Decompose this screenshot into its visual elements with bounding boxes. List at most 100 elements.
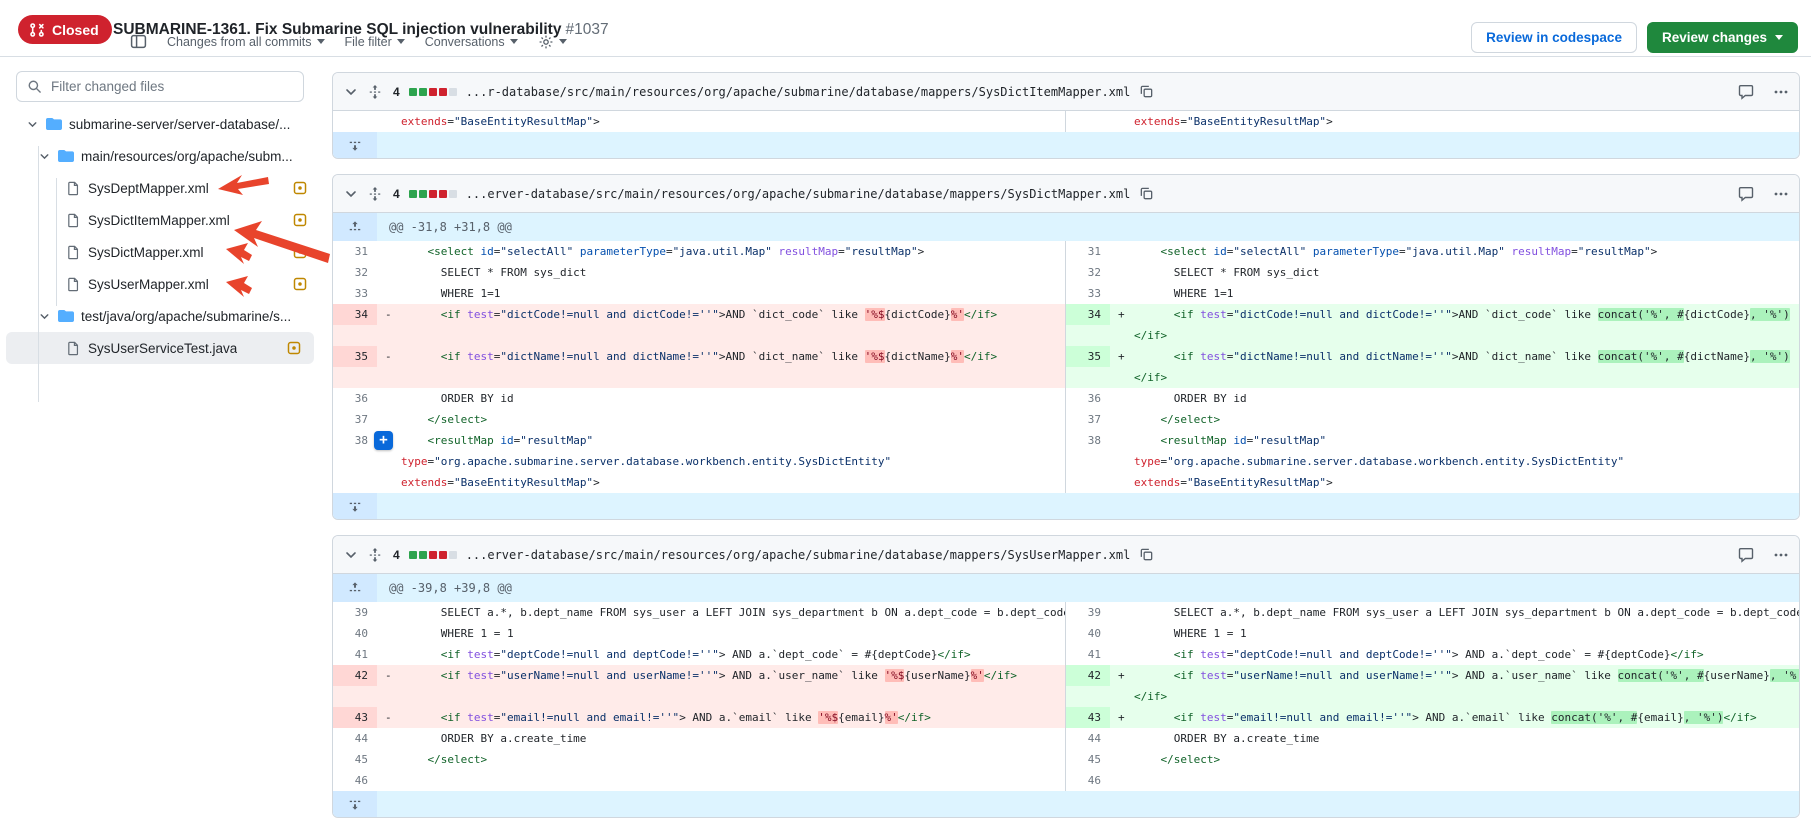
new-line-number[interactable]: 39: [1066, 602, 1110, 623]
tree-folder-main-resources-org-apache-subm-[interactable]: main/resources/org/apache/subm...: [0, 140, 320, 172]
tree-folder-test-java-org-apache-submarine-s-[interactable]: test/java/org/apache/submarine/s...: [0, 300, 320, 332]
diff-sign: -: [385, 346, 392, 367]
new-line-number[interactable]: 32: [1066, 262, 1110, 283]
review-changes-button[interactable]: Review changes: [1647, 22, 1798, 53]
new-line-number[interactable]: 45: [1066, 749, 1110, 770]
tree-file-sysdeptmapper-xml[interactable]: SysDeptMapper.xml: [0, 172, 320, 204]
expand-all-icon[interactable]: [368, 547, 382, 563]
chevron-down-icon[interactable]: [38, 150, 51, 163]
comment-icon[interactable]: [1738, 186, 1754, 202]
tree-item-label: test/java/org/apache/submarine/s...: [81, 309, 291, 324]
file-path[interactable]: ...erver-database/src/main/resources/org…: [466, 187, 1131, 201]
tree-file-sysusermapper-xml[interactable]: SysUserMapper.xml: [0, 268, 320, 300]
new-line-number[interactable]: 46: [1066, 770, 1110, 791]
new-line-number[interactable]: 40: [1066, 623, 1110, 644]
search-icon: [27, 79, 42, 94]
copy-path-icon[interactable]: [1139, 547, 1154, 562]
old-line-number: [333, 325, 377, 346]
diff-row: 39 SELECT a.*, b.dept_name FROM sys_user…: [333, 602, 1799, 623]
diff-sign: -: [385, 304, 392, 325]
expand-all-icon[interactable]: [368, 186, 382, 202]
old-line-number[interactable]: 39: [333, 602, 377, 623]
changes-from-menu[interactable]: Changes from all commits: [167, 35, 325, 49]
copy-path-icon[interactable]: [1139, 84, 1154, 99]
old-line-number[interactable]: 42: [333, 665, 377, 686]
expand-down-button[interactable]: [333, 132, 377, 158]
old-code-line: <resultMap id="resultMap": [377, 430, 1065, 451]
new-line-number[interactable]: 43: [1066, 707, 1110, 728]
diff-row: extends="BaseEntityResultMap">extends="B…: [333, 472, 1799, 493]
add-comment-button[interactable]: +: [374, 431, 393, 450]
collapse-file-chevron-icon[interactable]: [343, 547, 359, 563]
old-line-number[interactable]: 44: [333, 728, 377, 749]
sidebar-toggle-icon[interactable]: [130, 33, 147, 50]
diff-row: </if>: [333, 367, 1799, 388]
chevron-down-icon[interactable]: [26, 118, 39, 131]
comment-icon[interactable]: [1738, 547, 1754, 563]
new-line-number[interactable]: 42: [1066, 665, 1110, 686]
file-header: 4...erver-database/src/main/resources/or…: [333, 175, 1799, 213]
conversations-menu[interactable]: Conversations: [425, 35, 518, 49]
copy-path-icon[interactable]: [1139, 186, 1154, 201]
new-line-number[interactable]: 37: [1066, 409, 1110, 430]
old-line-number: [333, 451, 377, 472]
new-line-number[interactable]: 34: [1066, 304, 1110, 325]
new-line-number[interactable]: 38: [1066, 430, 1110, 451]
filter-changed-files-input[interactable]: [49, 78, 293, 95]
expand-up-button[interactable]: [333, 213, 377, 241]
tree-file-sysdictmapper-xml[interactable]: SysDictMapper.xml: [0, 236, 320, 268]
old-line-number[interactable]: 45: [333, 749, 377, 770]
changes-count: 4: [393, 548, 400, 562]
new-line-number[interactable]: 31: [1066, 241, 1110, 262]
diff-row: 41 <if test="deptCode!=null and deptCode…: [333, 644, 1799, 665]
old-line-number[interactable]: 32: [333, 262, 377, 283]
kebab-menu-icon[interactable]: [1773, 186, 1789, 202]
collapse-file-chevron-icon[interactable]: [343, 84, 359, 100]
comment-icon[interactable]: [1738, 84, 1754, 100]
new-line-number[interactable]: 35: [1066, 346, 1110, 367]
new-line-number[interactable]: 36: [1066, 388, 1110, 409]
pr-number: #1037: [565, 21, 608, 38]
expand-up-button[interactable]: [333, 574, 377, 602]
new-line-number[interactable]: 41: [1066, 644, 1110, 665]
old-code-line: ORDER BY id: [377, 388, 1065, 409]
old-line-number[interactable]: 43: [333, 707, 377, 728]
old-line-number[interactable]: 40: [333, 623, 377, 644]
old-line-number[interactable]: 41: [333, 644, 377, 665]
file-path[interactable]: ...erver-database/src/main/resources/org…: [466, 548, 1131, 562]
chevron-down-icon: [1775, 35, 1783, 40]
chevron-down-icon: [559, 39, 567, 44]
old-line-number[interactable]: 37: [333, 409, 377, 430]
old-line-number[interactable]: 31: [333, 241, 377, 262]
review-in-codespace-button[interactable]: Review in codespace: [1471, 22, 1637, 53]
old-line-number[interactable]: 46: [333, 770, 377, 791]
diff-panel-1: 4...erver-database/src/main/resources/or…: [332, 174, 1800, 520]
expand-all-icon[interactable]: [368, 84, 382, 100]
diff-settings-gear-menu[interactable]: [538, 34, 567, 50]
old-line-number[interactable]: 33: [333, 283, 377, 304]
chevron-down-icon[interactable]: [38, 310, 51, 323]
old-line-number[interactable]: 34: [333, 304, 377, 325]
file-filter-menu[interactable]: File filter: [345, 35, 405, 49]
collapse-file-chevron-icon[interactable]: [343, 186, 359, 202]
old-line-number[interactable]: 36: [333, 388, 377, 409]
diff-row: 33 WHERE 1=133 WHERE 1=1: [333, 283, 1799, 304]
diff-row: 44 ORDER BY a.create_time44 ORDER BY a.c…: [333, 728, 1799, 749]
expand-down-button[interactable]: [333, 791, 377, 817]
tree-file-sysdictitemmapper-xml[interactable]: SysDictItemMapper.xml: [0, 204, 320, 236]
old-line-number[interactable]: 38+: [333, 430, 377, 451]
kebab-menu-icon[interactable]: [1773, 547, 1789, 563]
diff-sign: +: [1118, 304, 1125, 325]
new-line-number[interactable]: 33: [1066, 283, 1110, 304]
expand-down-button[interactable]: [333, 493, 377, 519]
tree-item-label: submarine-server/server-database/...: [69, 117, 290, 132]
tree-folder-submarine-server-server-database-[interactable]: submarine-server/server-database/...: [0, 108, 320, 140]
new-line-number[interactable]: 44: [1066, 728, 1110, 749]
file-modified-icon: [293, 181, 307, 195]
old-line-number[interactable]: 35: [333, 346, 377, 367]
tree-file-sysuserservicetest-java[interactable]: SysUserServiceTest.java: [6, 332, 314, 364]
gear-icon: [538, 34, 554, 50]
expand-context-row: [333, 791, 1799, 817]
file-path[interactable]: ...r-database/src/main/resources/org/apa…: [466, 85, 1131, 99]
kebab-menu-icon[interactable]: [1773, 84, 1789, 100]
